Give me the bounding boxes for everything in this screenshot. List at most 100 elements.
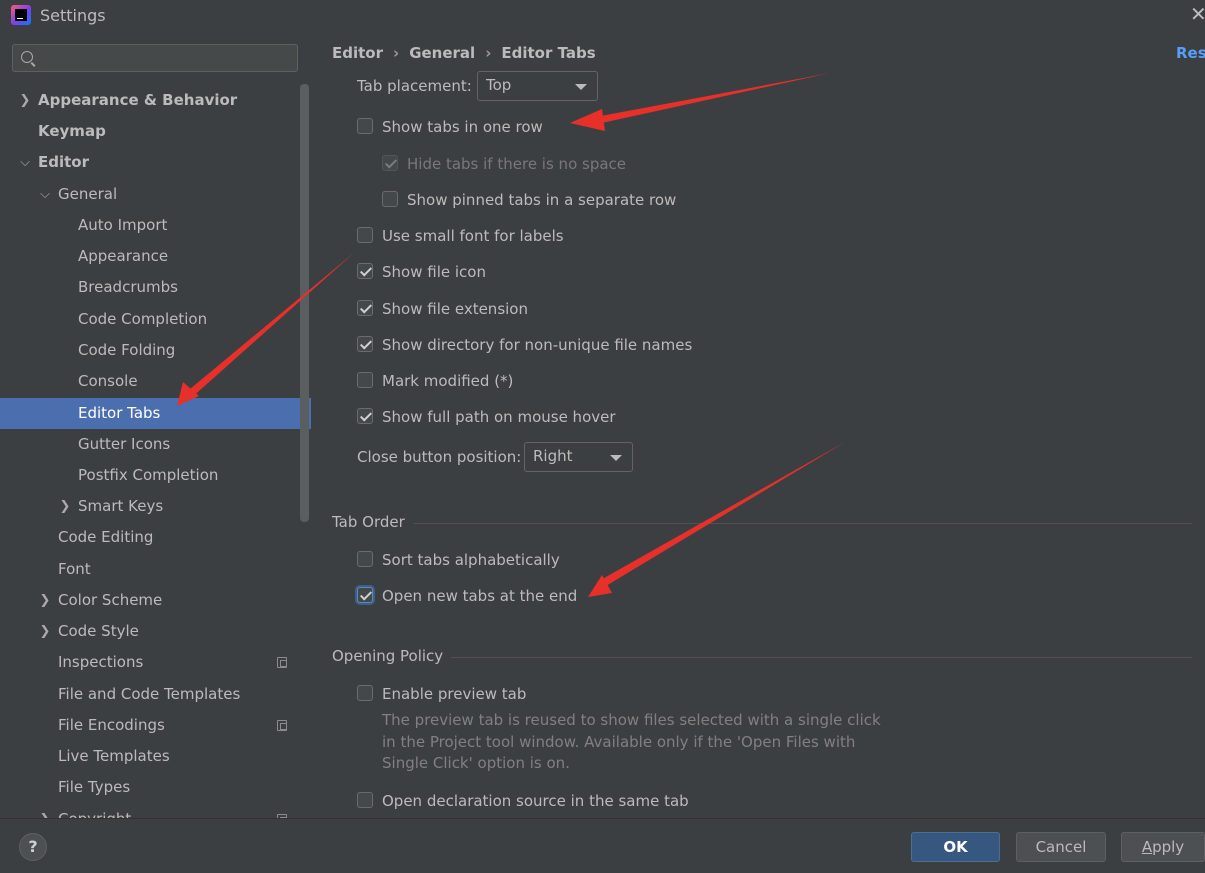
chevron-right-icon[interactable]: ❯ [39, 804, 51, 818]
help-button[interactable]: ? [19, 833, 47, 861]
apply-button[interactable]: Apply [1121, 832, 1205, 862]
option-label: Show pinned tabs in a separate row [407, 191, 677, 209]
sidebar-item-label: Console [78, 372, 138, 390]
sidebar-item-file-types[interactable]: File Types [0, 772, 311, 803]
chevron-right-icon[interactable]: ❯ [39, 616, 51, 647]
sidebar-item-label: Inspections [58, 653, 144, 671]
enable-preview-checkbox[interactable] [357, 685, 373, 701]
chevron-right-icon[interactable]: ❯ [59, 491, 71, 522]
sidebar-item-label: Code Style [58, 622, 139, 640]
preview-description: The preview tab is reused to show files … [382, 710, 881, 775]
show-directory-checkbox[interactable] [357, 336, 373, 352]
description-line: Single Click' option is on. [382, 754, 570, 772]
show-pinned-separate-checkbox[interactable] [382, 191, 398, 207]
open-tabs-at-end-checkbox[interactable] [357, 587, 373, 603]
sidebar-item-code-editing[interactable]: Code Editing [0, 522, 311, 553]
tab-placement-dropdown[interactable]: Top [477, 71, 598, 101]
sidebar-item-color-scheme[interactable]: ❯ Color Scheme [0, 585, 311, 616]
sidebar-item-label: File Encodings [58, 716, 165, 734]
option-label: Hide tabs if there is no space [407, 155, 627, 173]
option-label: Enable preview tab [382, 685, 527, 703]
show-full-path-checkbox[interactable] [357, 408, 373, 424]
sidebar-item-live-templates[interactable]: Live Templates [0, 741, 311, 772]
chevron-right-icon[interactable]: ❯ [39, 585, 51, 616]
open-declaration-checkbox[interactable] [357, 792, 373, 808]
option-label: Show full path on mouse hover [382, 408, 616, 426]
tab-order-heading: Tab Order [332, 513, 405, 531]
sidebar-item-keymap[interactable]: Keymap [0, 116, 311, 147]
option-label: Show file icon [382, 263, 486, 281]
sidebar-item-code-style[interactable]: ❯ Code Style [0, 616, 311, 647]
hide-tabs-no-space-checkbox[interactable] [382, 155, 398, 171]
sidebar-item-smart-keys[interactable]: ❯ Smart Keys [0, 491, 311, 522]
sidebar-item-file-code-templates[interactable]: File and Code Templates [0, 679, 311, 710]
sidebar-item-label: Auto Import [78, 216, 168, 234]
tab-placement-label: Tab placement: [357, 77, 472, 95]
sidebar-item-label: Appearance & Behavior [38, 91, 238, 109]
sidebar-item-breadcrumbs[interactable]: Breadcrumbs [0, 272, 311, 303]
sidebar-item-inspections[interactable]: Inspections [0, 647, 311, 678]
option-label: Use small font for labels [382, 227, 564, 245]
chevron-down-icon[interactable]: ⌵ [19, 147, 31, 178]
settings-content: Editor › General › Editor Tabs Rese Tab plac… [311, 32, 1205, 818]
search-field[interactable] [12, 44, 298, 72]
sidebar-item-editor-tabs[interactable]: Editor Tabs [0, 398, 311, 429]
sort-alphabetically-checkbox[interactable] [357, 551, 373, 567]
section-divider [451, 657, 1192, 658]
chevron-right-icon[interactable]: ❯ [19, 85, 31, 116]
breadcrumb-separator-icon: › [393, 44, 400, 62]
chevron-down-icon[interactable]: ⌵ [39, 179, 51, 210]
sidebar-item-label: Code Folding [78, 341, 176, 359]
option-label: Open new tabs at the end [382, 587, 578, 605]
sidebar-item-label: File and Code Templates [58, 685, 241, 703]
sidebar-item-console[interactable]: Console [0, 366, 311, 397]
reset-link[interactable]: Rese [1176, 44, 1205, 62]
close-button-position-label: Close button position: [357, 448, 522, 466]
small-font-checkbox[interactable] [357, 227, 373, 243]
ok-button[interactable]: OK [911, 832, 1000, 862]
show-file-extension-checkbox[interactable] [357, 300, 373, 316]
option-label: Show file extension [382, 300, 528, 318]
mark-modified-checkbox[interactable] [357, 372, 373, 388]
breadcrumb-separator-icon: › [485, 44, 492, 62]
sidebar-item-appearance-behavior[interactable]: ❯ Appearance & Behavior [0, 85, 311, 116]
search-input[interactable] [41, 47, 295, 71]
window-title: Settings [40, 6, 106, 25]
option-label: Sort tabs alphabetically [382, 551, 560, 569]
sidebar-item-file-encodings[interactable]: File Encodings [0, 710, 311, 741]
apply-mnemonic: A [1141, 838, 1153, 856]
sidebar-item-font[interactable]: Font [0, 554, 311, 585]
sidebar-item-editor[interactable]: ⌵ Editor [0, 147, 311, 178]
dialog-footer: ? OK Cancel Apply [0, 818, 1205, 873]
sidebar-item-label: Editor [38, 153, 89, 171]
close-icon[interactable]: ✕ [1190, 4, 1205, 24]
dropdown-arrow-icon [575, 84, 587, 90]
sidebar-scrollbar[interactable] [300, 84, 309, 522]
sidebar-item-label: Font [58, 560, 91, 578]
option-label: Mark modified (*) [382, 372, 514, 390]
sidebar-item-code-completion[interactable]: Code Completion [0, 304, 311, 335]
option-label: Show directory for non-unique file names [382, 336, 693, 354]
sidebar-item-label: Code Completion [78, 310, 208, 328]
search-icon [21, 51, 33, 63]
sidebar-item-general[interactable]: ⌵ General [0, 179, 311, 210]
sidebar-item-label: Copyright [58, 804, 131, 818]
intellij-logo-icon [11, 5, 31, 25]
breadcrumb-general: General [409, 44, 476, 62]
sidebar-item-label: Smart Keys [78, 497, 164, 515]
apply-label: pply [1152, 838, 1185, 856]
show-tabs-one-row-checkbox[interactable] [357, 118, 373, 134]
close-button-position-dropdown[interactable]: Right [524, 442, 633, 472]
sidebar-item-label: Color Scheme [58, 591, 163, 609]
cancel-button[interactable]: Cancel [1016, 832, 1106, 862]
sidebar-item-appearance[interactable]: Appearance [0, 241, 311, 272]
description-line: The preview tab is reused to show files … [382, 711, 881, 729]
sidebar-item-auto-import[interactable]: Auto Import [0, 210, 311, 241]
sidebar-item-code-folding[interactable]: Code Folding [0, 335, 311, 366]
show-file-icon-checkbox[interactable] [357, 263, 373, 279]
sidebar-item-gutter-icons[interactable]: Gutter Icons [0, 429, 311, 460]
sidebar-item-copyright[interactable]: ❯ Copyright [0, 804, 311, 818]
sidebar-item-label: Gutter Icons [78, 435, 171, 453]
dropdown-arrow-icon [610, 455, 622, 461]
sidebar-item-postfix-completion[interactable]: Postfix Completion [0, 460, 311, 491]
